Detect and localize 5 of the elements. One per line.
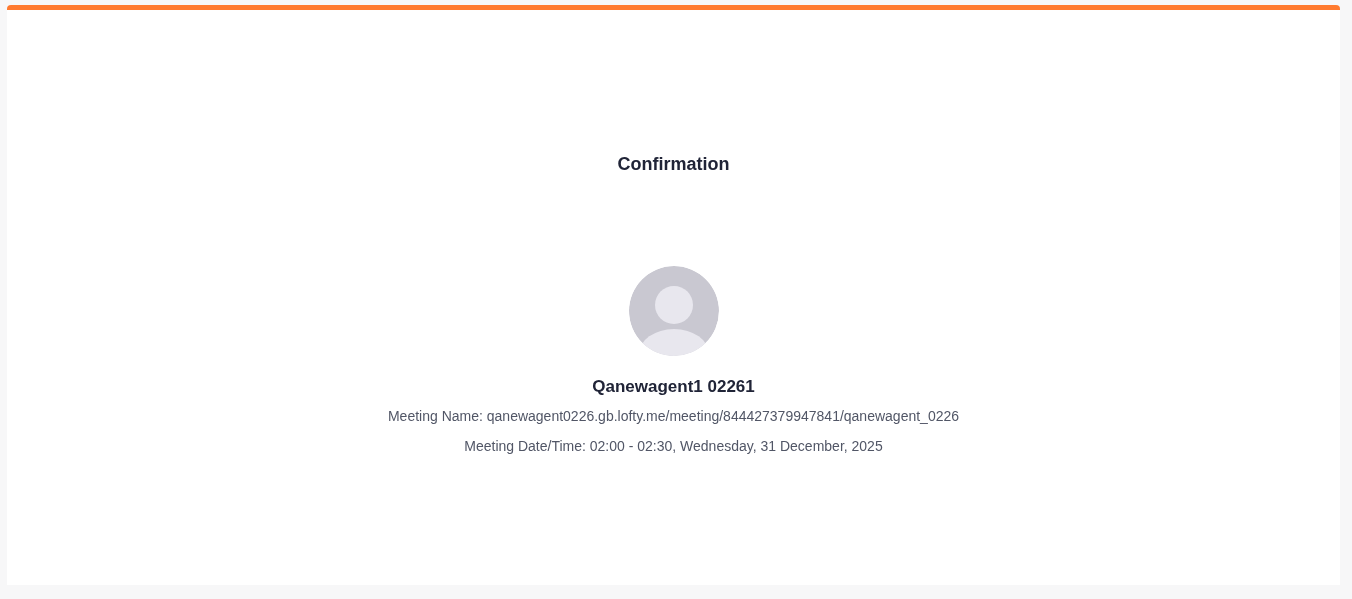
agent-name: Qanewagent1 02261 bbox=[592, 376, 755, 398]
meeting-detail: Meeting Date/Time: 02:00 - 02:30, Wednesday, 31 December, 2025 bbox=[464, 437, 883, 455]
avatar-icon bbox=[628, 266, 719, 356]
page-title: Confirmation bbox=[617, 153, 730, 176]
meeting-detail: Meeting Name: qanewagent0226.gb.lofty.me/meeting/844427379947841/qanewagent_0226 bbox=[387, 407, 960, 425]
